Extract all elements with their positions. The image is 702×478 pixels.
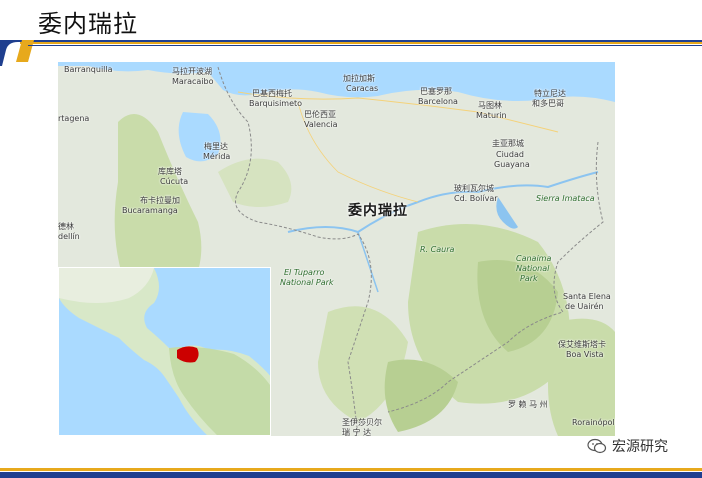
watermark: 宏源研究: [587, 436, 668, 456]
place-label: 德林: [58, 222, 74, 231]
place-label: Valencia: [304, 120, 338, 129]
place-label: Rorainópolis: [572, 418, 615, 427]
place-label: Caracas: [346, 84, 379, 93]
place-label: Guayana: [494, 160, 530, 169]
place-label: Bucaramanga: [122, 206, 178, 215]
place-label: 特立尼达: [534, 89, 566, 98]
place-label: Barranquilla: [64, 65, 113, 74]
place-label: 瑞 宁 达: [342, 428, 372, 436]
place-label: 巴基西梅托: [252, 89, 292, 98]
place-label: Ciudad: [496, 150, 524, 159]
place-label: 罗 赖 马 州: [508, 400, 548, 409]
place-label: 布卡拉曼加: [140, 196, 180, 205]
place-label: Barcelona: [418, 97, 458, 106]
country-label: 委内瑞拉: [348, 203, 408, 219]
venezuela-map[interactable]: Barranquilla 马拉开波湖 Maracaibo 巴基西梅托 Barqu…: [58, 62, 615, 436]
place-label: Maracaibo: [172, 77, 214, 86]
place-label: National Park: [280, 278, 334, 287]
watermark-text: 宏源研究: [612, 439, 668, 455]
place-label: Cd. Bolívar: [454, 194, 498, 203]
place-label: Barquisimeto: [249, 99, 303, 108]
place-label: 巴塞罗那: [420, 87, 452, 96]
place-label: Park: [520, 274, 538, 283]
place-label: 加拉加斯: [343, 74, 375, 83]
place-label: de Uairén: [565, 302, 604, 311]
place-label: Maturin: [476, 111, 507, 120]
place-label: National: [516, 264, 550, 273]
locator-inset-map[interactable]: [58, 267, 271, 436]
locator-terrain: [59, 268, 270, 435]
place-label: 保艾维斯塔卡: [558, 340, 606, 349]
place-label: Mérida: [203, 152, 231, 161]
place-label: 和多巴哥: [532, 99, 564, 108]
place-label: 圣伊莎贝尔: [342, 418, 382, 427]
place-label: rtagena: [58, 114, 90, 123]
place-label: dellín: [58, 232, 80, 241]
place-label: 巴伦西亚: [304, 110, 336, 119]
place-label: Boa Vista: [566, 350, 604, 359]
wechat-icon: [587, 438, 607, 454]
place-label: 梅里达: [204, 142, 228, 151]
place-label: Sierra Imataca: [536, 194, 595, 203]
place-label: Santa Elena: [563, 292, 611, 301]
place-label: Cúcuta: [160, 177, 189, 186]
place-label: R. Caura: [420, 245, 455, 254]
place-label: 马图林: [478, 101, 502, 110]
place-label: 马拉开波湖: [172, 67, 212, 76]
place-label: 玻利瓦尔城: [454, 184, 494, 193]
place-label: Canaima: [516, 254, 552, 263]
place-label: 圭亚那城: [492, 139, 524, 148]
place-label: 库库塔: [158, 167, 182, 176]
footer-band: [0, 468, 702, 478]
place-label: El Tuparro: [284, 268, 325, 277]
